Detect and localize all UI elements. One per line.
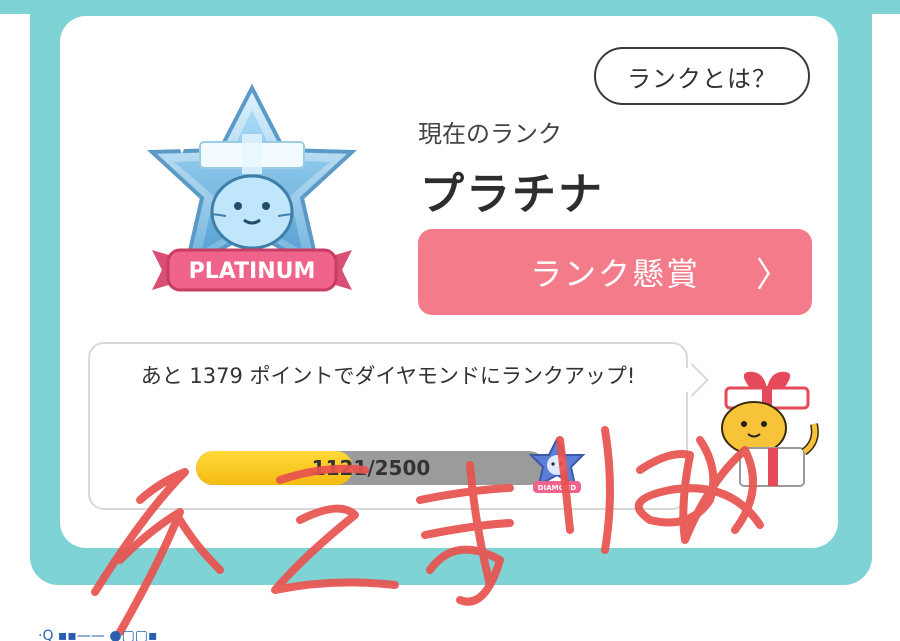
rank-up-message: あと 1379 ポイントでダイヤモンドにランクアップ! <box>140 364 636 388</box>
svg-text:·Q ▪▪—— ●▢▢▪: ·Q ▪▪—— ●▢▢▪ <box>38 628 158 641</box>
chevron-right-icon: 〉 <box>756 255 792 296</box>
platinum-rank-badge-icon: PLATINUM <box>147 83 357 292</box>
rank-reward-button[interactable]: ランク懸賞 〉 <box>418 229 812 315</box>
points-progress-bar: 1121/2500 <box>196 451 546 485</box>
diamond-badge-label: DIAMOND <box>538 484 577 492</box>
platinum-badge-label: PLATINUM <box>189 259 316 284</box>
rank-reward-label: ランク懸賞 <box>529 255 700 293</box>
gift-cat-mascot-icon <box>721 371 819 487</box>
points-progress-text: 1121/2500 <box>311 456 431 480</box>
partially-visible-footer-text: ·Q ▪▪—— ●▢▢▪ <box>38 628 298 641</box>
diamond-rank-badge-icon: DIAMOND <box>528 437 586 493</box>
what-is-rank-button[interactable]: ランクとは？ <box>594 47 810 105</box>
current-rank-name: プラチナ <box>420 169 604 220</box>
current-rank-label: 現在のランク <box>418 120 562 148</box>
